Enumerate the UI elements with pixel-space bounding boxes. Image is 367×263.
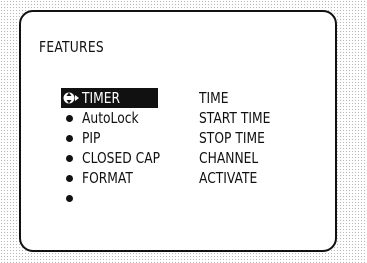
menu-item-closed-cap[interactable]: CLOSED CAP — [61, 148, 181, 168]
bullet-icon — [66, 135, 73, 142]
menu-item-autolock[interactable]: AutoLock — [61, 108, 181, 128]
bullet-icon — [66, 195, 73, 202]
menu-item-label: CLOSED CAP — [82, 149, 161, 167]
menu-item-label: PIP — [82, 129, 101, 147]
menu-item-label: FORMAT — [82, 169, 133, 187]
features-list: TIMER AutoLock PIP CLOSED CAP FORMAT — [61, 88, 181, 208]
bullet-icon — [66, 175, 73, 182]
submenu-item-activate[interactable]: ACTIVATE — [199, 168, 270, 188]
menu-item-empty[interactable] — [61, 188, 181, 208]
menu-item-timer[interactable]: TIMER — [61, 88, 158, 108]
bullet-icon — [66, 115, 73, 122]
submenu-item-time[interactable]: TIME — [199, 88, 270, 108]
up-down-arrow-icon — [63, 92, 79, 104]
features-menu-screen: FEATURES TIMER AutoLock PIP CLOSED CAP F… — [19, 10, 337, 252]
submenu-item-start-time[interactable]: START TIME — [199, 108, 270, 128]
menu-title: FEATURES — [39, 38, 104, 56]
menu-item-label: AutoLock — [82, 109, 139, 127]
submenu-item-stop-time[interactable]: STOP TIME — [199, 128, 270, 148]
menu-item-format[interactable]: FORMAT — [61, 168, 181, 188]
submenu-item-channel[interactable]: CHANNEL — [199, 148, 270, 168]
timer-submenu: TIME START TIME STOP TIME CHANNEL ACTIVA… — [199, 88, 286, 188]
bullet-icon — [66, 155, 73, 162]
menu-item-label: TIMER — [82, 89, 121, 107]
menu-item-pip[interactable]: PIP — [61, 128, 181, 148]
